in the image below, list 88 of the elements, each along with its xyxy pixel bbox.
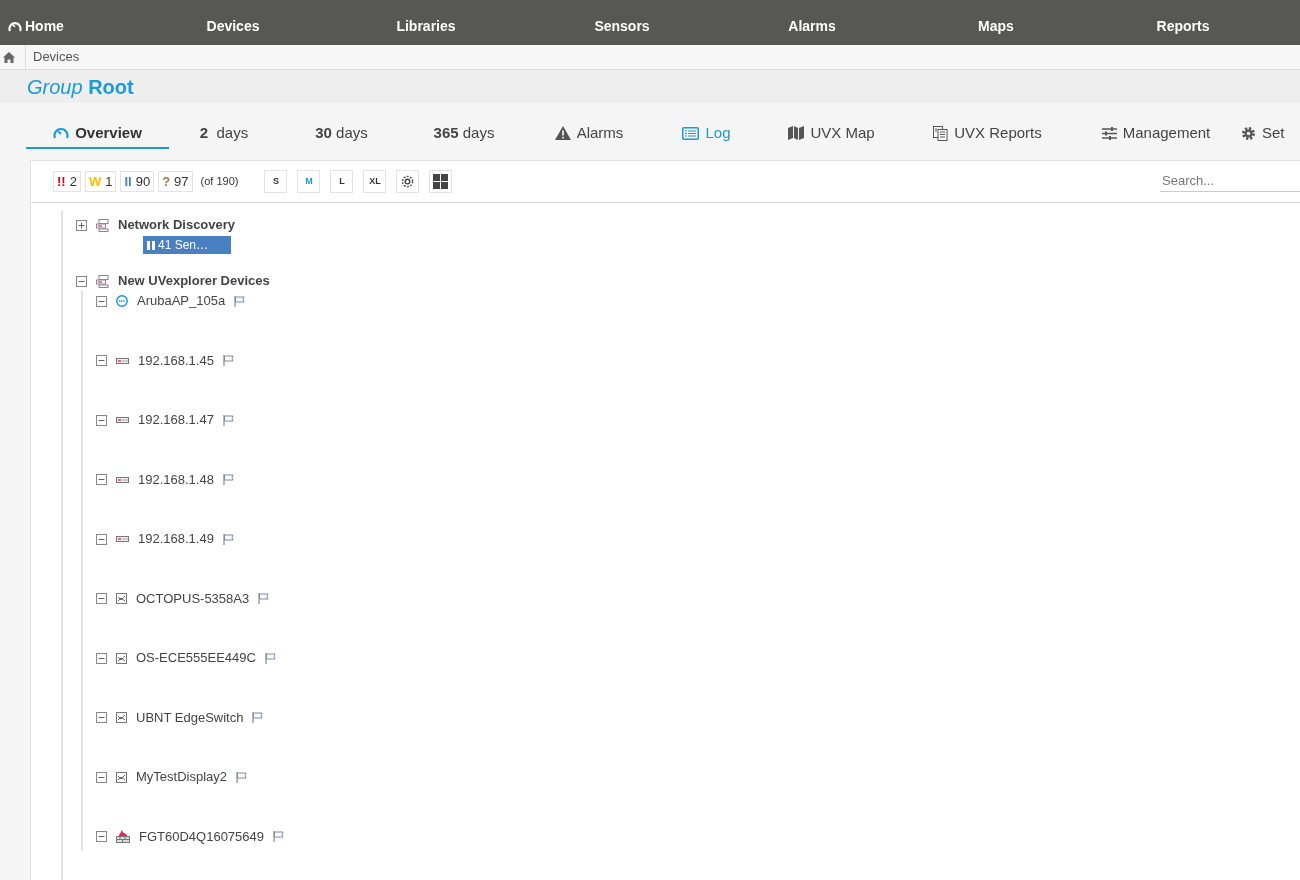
logo-icon [116, 295, 128, 307]
device-name[interactable]: 192.168.1.49 [138, 529, 214, 549]
size-button[interactable]: XL [363, 170, 387, 193]
flag-icon[interactable] [264, 652, 276, 664]
tab[interactable]: Management [1071, 119, 1241, 149]
collapse-icon[interactable] [96, 771, 107, 783]
chart-icon [116, 593, 127, 604]
flag-icon[interactable] [222, 355, 234, 366]
tab[interactable]: Alarms [524, 119, 654, 149]
total-count: (of 190) [200, 174, 239, 190]
device-name[interactable]: OS-ECE555EE449C [136, 648, 256, 668]
settings-button[interactable] [396, 170, 420, 193]
map-icon [788, 126, 805, 140]
flag-icon[interactable] [273, 831, 285, 842]
flag-icon[interactable] [234, 295, 246, 307]
sensor-count-badge[interactable]: 41 Sen… [143, 236, 231, 254]
device-name[interactable]: 192.168.1.48 [138, 469, 214, 490]
home-icon[interactable] [3, 51, 15, 63]
device-name[interactable]: FGT60D4Q16075649 [139, 826, 265, 847]
device-name[interactable]: 192.168.1.45 [138, 350, 214, 371]
server-icon [116, 357, 129, 364]
flag-icon[interactable] [222, 533, 234, 545]
group-name[interactable]: New UVexplorer Devices [118, 271, 270, 291]
breadcrumb-link[interactable]: Devices [33, 47, 80, 67]
collapse-icon[interactable] [96, 593, 107, 604]
collapse-icon[interactable] [96, 414, 107, 426]
chart-icon [116, 712, 127, 723]
collapse-icon[interactable] [96, 712, 107, 723]
group-icon [96, 274, 109, 288]
tab[interactable]: 30 days [279, 119, 404, 149]
nav-link[interactable]: Alarms [788, 16, 836, 37]
firewall-icon [116, 830, 130, 843]
nav-link[interactable]: Sensors [594, 16, 650, 37]
nav-link[interactable]: Libraries [396, 16, 456, 37]
status-filter[interactable]: W 1 [84, 171, 117, 192]
flag-icon[interactable] [236, 771, 248, 783]
device-name[interactable]: 192.168.1.47 [138, 410, 214, 430]
settings-icon [401, 175, 415, 188]
gauge-icon [8, 20, 22, 33]
chart-icon [116, 771, 127, 783]
pause-icon [147, 240, 155, 250]
report-icon [933, 125, 949, 141]
search-field[interactable]: Search... [1160, 171, 1300, 192]
settings-icon [1241, 125, 1256, 141]
collapse-icon[interactable] [96, 533, 107, 545]
page-title: Group Root [27, 74, 134, 100]
sliders-icon [1101, 126, 1117, 140]
nav-link[interactable]: Reports [1156, 16, 1210, 37]
device-name[interactable]: MyTestDisplay2 [136, 767, 228, 787]
expand-icon[interactable] [76, 219, 87, 231]
tab[interactable]: Set [1241, 119, 1289, 149]
flag-icon[interactable] [222, 474, 234, 485]
flag-icon[interactable] [252, 712, 264, 723]
group-icon [96, 218, 109, 232]
server-icon [116, 417, 129, 423]
status-filter[interactable]: !! 2 [53, 171, 81, 192]
collapse-icon[interactable] [96, 474, 107, 485]
tab[interactable]: UVX Map [759, 119, 904, 149]
size-button[interactable]: L [330, 170, 354, 193]
collapse-icon[interactable] [96, 652, 107, 664]
status-filter[interactable]: ? 97 [158, 171, 193, 192]
flag-icon[interactable] [258, 593, 270, 604]
server-icon [116, 536, 129, 542]
device-name[interactable]: UBNT EdgeSwitch [136, 707, 244, 728]
collapse-icon[interactable] [96, 355, 107, 366]
flag-icon[interactable] [222, 414, 234, 426]
list-icon [682, 126, 700, 140]
collapse-icon[interactable] [96, 831, 107, 842]
nav-link[interactable]: Devices [206, 16, 260, 37]
server-icon [116, 476, 129, 483]
tab[interactable]: Overview [26, 119, 169, 149]
nav-link[interactable]: Maps [978, 16, 1014, 37]
device-name[interactable]: OCTOPUS-5358A3 [136, 588, 250, 609]
nav-link[interactable]: Home [8, 16, 64, 37]
size-button[interactable]: S [264, 170, 288, 193]
gauge-icon [53, 126, 70, 140]
collapse-icon[interactable] [96, 295, 107, 307]
collapse-icon[interactable] [76, 275, 87, 287]
group-name[interactable]: Network Discovery [118, 215, 236, 235]
warning-icon [554, 126, 571, 140]
grid-view-button[interactable] [429, 170, 453, 193]
grid-icon [433, 174, 449, 189]
device-name[interactable]: ArubaAP_105a [137, 291, 226, 311]
status-filter[interactable]: II 90 [120, 171, 155, 192]
tab[interactable]: UVX Reports [904, 119, 1071, 149]
chart-icon [116, 652, 127, 664]
tab[interactable]: 365 days [404, 119, 524, 149]
tab[interactable]: 2 days [169, 119, 279, 149]
